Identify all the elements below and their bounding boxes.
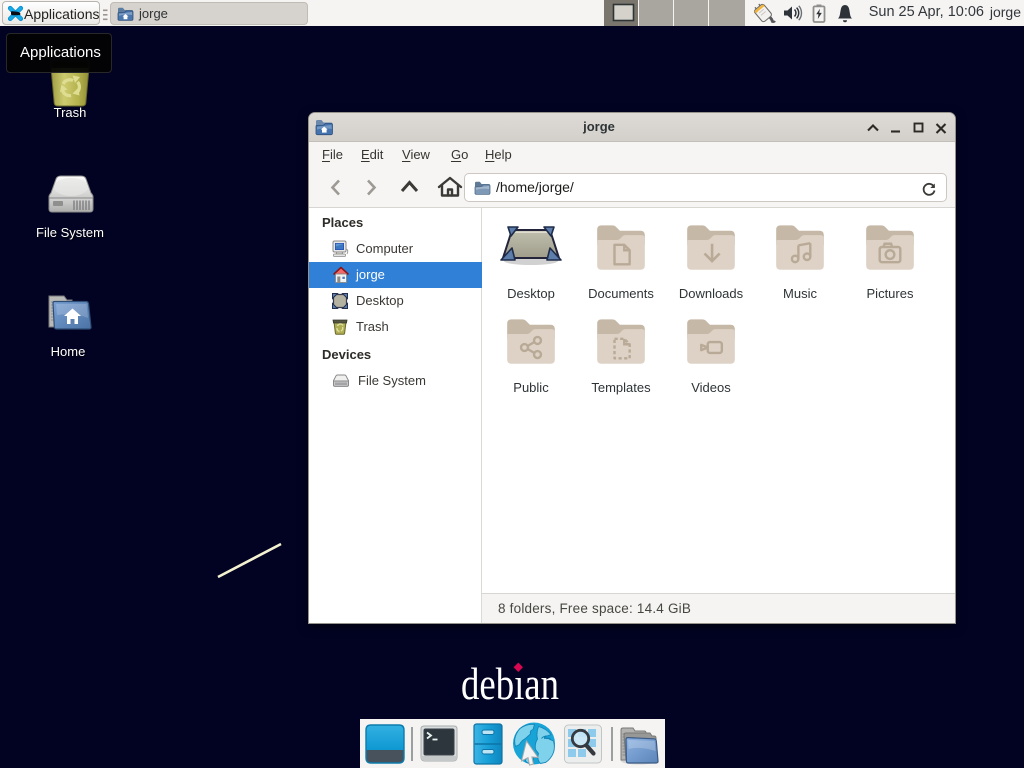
svg-text:debıan: debıan — [461, 658, 559, 709]
